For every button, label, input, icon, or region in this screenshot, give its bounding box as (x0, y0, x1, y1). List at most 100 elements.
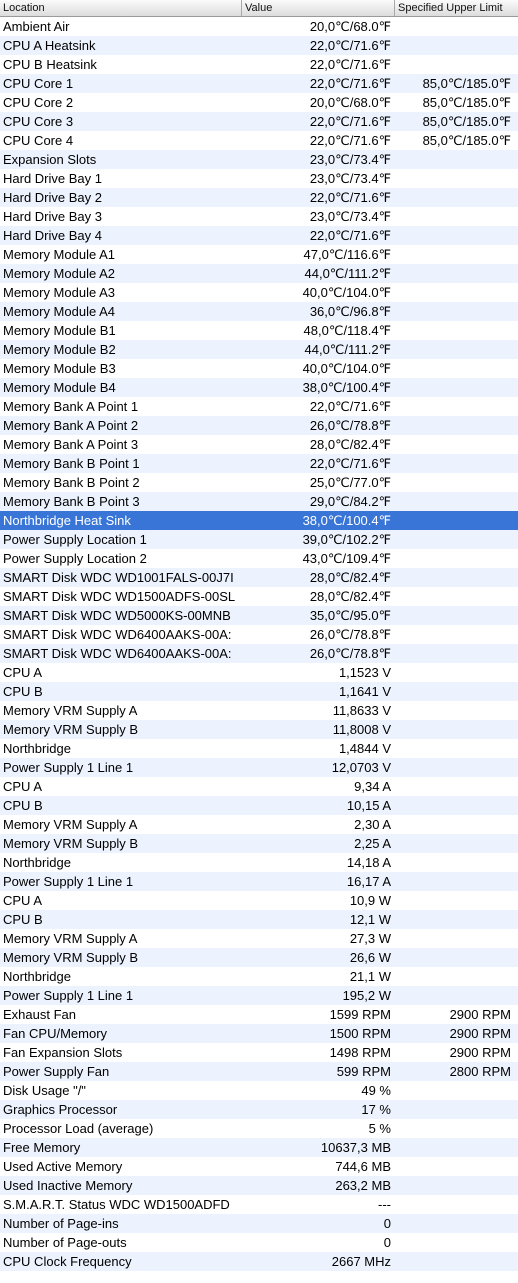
table-row[interactable]: CPU Core 4 22,0℃/71.6℉ 85,0℃/185.0℉ (0, 131, 518, 150)
table-row[interactable]: Memory Module B3 40,0℃/104.0℉ (0, 359, 518, 378)
table-row[interactable]: Memory Module A1 47,0℃/116.6℉ (0, 245, 518, 264)
table-row[interactable]: SMART Disk WDC WD6400AAKS-00A: 26,0℃/78.8… (0, 625, 518, 644)
table-row[interactable]: CPU B 10,15 A (0, 796, 518, 815)
table-row[interactable]: Memory VRM Supply A 2,30 A (0, 815, 518, 834)
table-row[interactable]: Hard Drive Bay 4 22,0℃/71.6℉ (0, 226, 518, 245)
cell-limit: 85,0℃/185.0℉ (422, 95, 511, 110)
table-row[interactable]: CPU Core 2 20,0℃/68.0℉ 85,0℃/185.0℉ (0, 93, 518, 112)
cell-limit (395, 397, 518, 416)
cell-value: 23,0℃/73.4℉ (309, 171, 391, 186)
cell-limit (395, 891, 518, 910)
table-row[interactable]: Hard Drive Bay 2 22,0℃/71.6℉ (0, 188, 518, 207)
table-row[interactable]: Used Inactive Memory 263,2 MB (0, 1176, 518, 1195)
cell-value: 38,0℃/100.4℉ (302, 513, 391, 528)
table-row[interactable]: SMART Disk WDC WD6400AAKS-00A: 26,0℃/78.8… (0, 644, 518, 663)
cell-location: Northbridge (3, 741, 71, 756)
cell-limit (395, 986, 518, 1005)
table-row[interactable]: Power Supply 1 Line 1 195,2 W (0, 986, 518, 1005)
cell-limit (395, 758, 518, 777)
table-row[interactable]: Free Memory 10637,3 MB (0, 1138, 518, 1157)
table-row[interactable]: Power Supply Location 2 43,0℃/109.4℉ (0, 549, 518, 568)
cell-location: Exhaust Fan (3, 1007, 76, 1022)
cell-location: CPU Core 2 (3, 95, 74, 110)
cell-value: 40,0℃/104.0℉ (302, 285, 391, 300)
cell-value: 49 % (361, 1083, 391, 1098)
table-row[interactable]: Northbridge 21,1 W (0, 967, 518, 986)
table-row[interactable]: Northbridge 14,18 A (0, 853, 518, 872)
table-row[interactable]: Processor Load (average) 5 % (0, 1119, 518, 1138)
table-row[interactable]: Memory VRM Supply B 11,8008 V (0, 720, 518, 739)
table-row[interactable]: Memory VRM Supply A 11,8633 V (0, 701, 518, 720)
cell-location: Graphics Processor (3, 1102, 118, 1117)
column-header-value[interactable]: Value (242, 0, 395, 16)
table-row[interactable]: Memory Bank A Point 1 22,0℃/71.6℉ (0, 397, 518, 416)
table-row[interactable]: Number of Page-outs 0 (0, 1233, 518, 1252)
table-row[interactable]: Power Supply 1 Line 1 12,0703 V (0, 758, 518, 777)
cell-location: Northbridge (3, 855, 71, 870)
cell-limit (395, 777, 518, 796)
table-row[interactable]: Memory VRM Supply A 27,3 W (0, 929, 518, 948)
table-row[interactable]: Ambient Air 20,0℃/68.0℉ (0, 17, 518, 36)
table-row[interactable]: SMART Disk WDC WD1001FALS-00J7I 28,0℃/82.… (0, 568, 518, 587)
table-row[interactable]: CPU Core 3 22,0℃/71.6℉ 85,0℃/185.0℉ (0, 112, 518, 131)
cell-location: Memory VRM Supply A (3, 817, 138, 832)
table-row[interactable]: CPU A 10,9 W (0, 891, 518, 910)
cell-location: Memory VRM Supply B (3, 836, 139, 851)
table-row[interactable]: S.M.A.R.T. Status WDC WD1500ADFD --- (0, 1195, 518, 1214)
cell-limit (395, 492, 518, 511)
table-row[interactable]: CPU A 9,34 A (0, 777, 518, 796)
table-row[interactable]: Memory Module B1 48,0℃/118.4℉ (0, 321, 518, 340)
cell-limit (395, 587, 518, 606)
table-row[interactable]: Memory Module B4 38,0℃/100.4℉ (0, 378, 518, 397)
table-row[interactable]: Used Active Memory 744,6 MB (0, 1157, 518, 1176)
cell-location: Memory Bank B Point 1 (3, 456, 140, 471)
cell-limit (395, 36, 518, 55)
table-row[interactable]: Hard Drive Bay 1 23,0℃/73.4℉ (0, 169, 518, 188)
cell-location: Power Supply 1 Line 1 (3, 760, 134, 775)
table-row[interactable]: Northbridge Heat Sink 38,0℃/100.4℉ (0, 511, 518, 530)
table-row[interactable]: Number of Page-ins 0 (0, 1214, 518, 1233)
table-row[interactable]: SMART Disk WDC WD1500ADFS-00SL 28,0℃/82.4… (0, 587, 518, 606)
table-row[interactable]: Memory VRM Supply B 26,6 W (0, 948, 518, 967)
table-row[interactable]: Expansion Slots 23,0℃/73.4℉ (0, 150, 518, 169)
table-row[interactable]: Memory Bank B Point 3 29,0℃/84.2℉ (0, 492, 518, 511)
table-row[interactable]: Memory Bank A Point 2 26,0℃/78.8℉ (0, 416, 518, 435)
table-row[interactable]: Fan Expansion Slots 1498 RPM 2900 RPM (0, 1043, 518, 1062)
cell-value: 28,0℃/82.4℉ (309, 589, 391, 604)
cell-value: 1599 RPM (329, 1007, 391, 1022)
table-row[interactable]: Memory Module A2 44,0℃/111.2℉ (0, 264, 518, 283)
table-row[interactable]: Graphics Processor 17 % (0, 1100, 518, 1119)
cell-value: 40,0℃/104.0℉ (302, 361, 391, 376)
table-row[interactable]: Power Supply Fan 599 RPM 2800 RPM (0, 1062, 518, 1081)
cell-value: 195,2 W (342, 988, 391, 1003)
cell-limit (395, 663, 518, 682)
column-header-limit[interactable]: Specified Upper Limit (395, 0, 518, 16)
cell-location: Used Inactive Memory (3, 1178, 133, 1193)
table-row[interactable]: Northbridge 1,4844 V (0, 739, 518, 758)
table-row[interactable]: CPU Clock Frequency 2667 MHz (0, 1252, 518, 1271)
table-row[interactable]: Exhaust Fan 1599 RPM 2900 RPM (0, 1005, 518, 1024)
table-row[interactable]: Memory Bank B Point 2 25,0℃/77.0℉ (0, 473, 518, 492)
table-row[interactable]: SMART Disk WDC WD5000KS-00MNB 35,0℃/95.0℉ (0, 606, 518, 625)
table-row[interactable]: Power Supply 1 Line 1 16,17 A (0, 872, 518, 891)
table-row[interactable]: CPU B 1,1641 V (0, 682, 518, 701)
table-row[interactable]: CPU B 12,1 W (0, 910, 518, 929)
table-row[interactable]: Memory Module A3 40,0℃/104.0℉ (0, 283, 518, 302)
table-row[interactable]: CPU B Heatsink 22,0℃/71.6℉ (0, 55, 518, 74)
table-row[interactable]: Memory Module A4 36,0℃/96.8℉ (0, 302, 518, 321)
table-row[interactable]: Fan CPU/Memory 1500 RPM 2900 RPM (0, 1024, 518, 1043)
table-row[interactable]: Hard Drive Bay 3 23,0℃/73.4℉ (0, 207, 518, 226)
cell-limit (395, 1138, 518, 1157)
table-row[interactable]: Power Supply Location 1 39,0℃/102.2℉ (0, 530, 518, 549)
table-row[interactable]: Memory Bank B Point 1 22,0℃/71.6℉ (0, 454, 518, 473)
cell-location: Memory Module A2 (3, 266, 115, 281)
table-row[interactable]: Memory Bank A Point 3 28,0℃/82.4℉ (0, 435, 518, 454)
table-row[interactable]: Disk Usage "/" 49 % (0, 1081, 518, 1100)
cell-limit (395, 416, 518, 435)
table-row[interactable]: CPU Core 1 22,0℃/71.6℉ 85,0℃/185.0℉ (0, 74, 518, 93)
table-row[interactable]: Memory Module B2 44,0℃/111.2℉ (0, 340, 518, 359)
table-row[interactable]: CPU A Heatsink 22,0℃/71.6℉ (0, 36, 518, 55)
table-row[interactable]: Memory VRM Supply B 2,25 A (0, 834, 518, 853)
column-header-location[interactable]: Location (0, 0, 242, 16)
table-row[interactable]: CPU A 1,1523 V (0, 663, 518, 682)
